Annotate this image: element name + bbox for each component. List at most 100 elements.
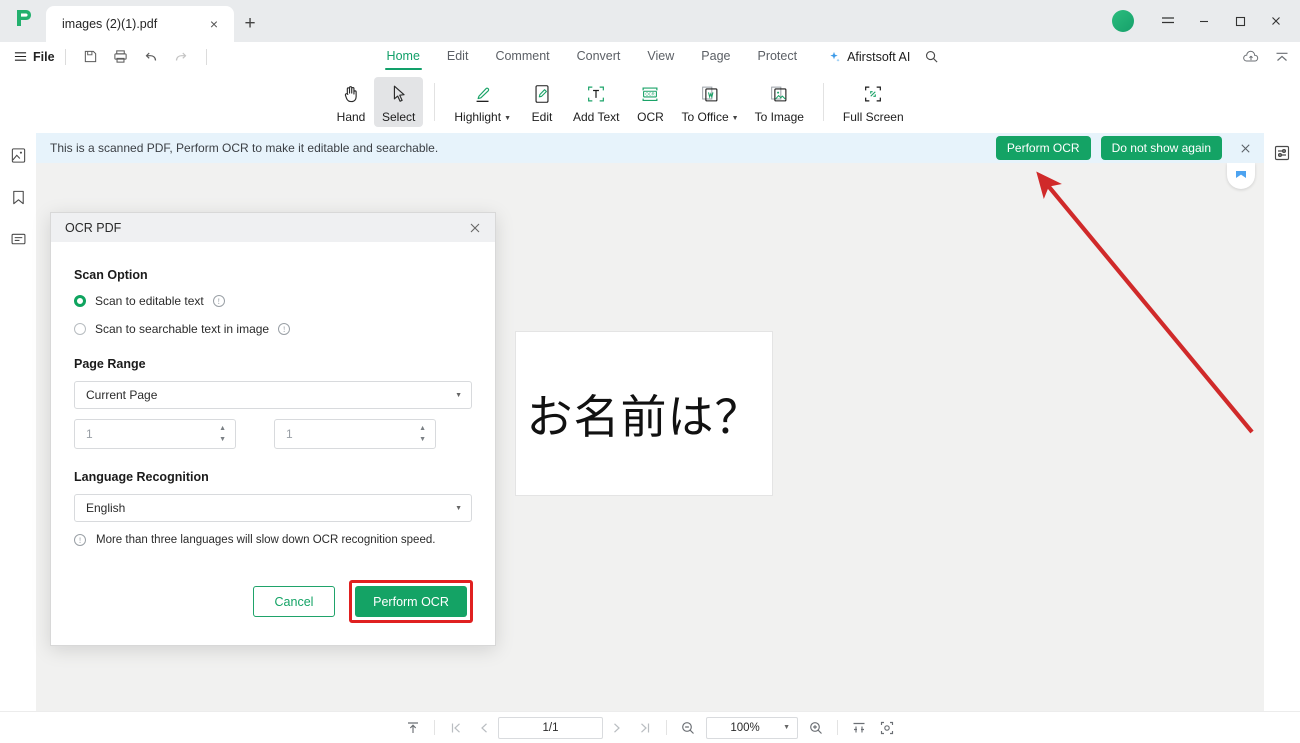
app-window: images (2)(1).pdf × + File Home Edit Com… [0, 0, 1300, 743]
tab-edit[interactable]: Edit [445, 45, 471, 68]
page-range-select[interactable]: Current Page ▼ [74, 381, 472, 409]
pdf-page[interactable]: お名前は？ [515, 331, 773, 496]
close-icon[interactable]: × [204, 14, 224, 34]
avatar[interactable] [1112, 10, 1134, 32]
undo-icon[interactable] [136, 45, 166, 69]
print-icon[interactable] [106, 45, 136, 69]
page-to-stepper[interactable]: 1 ▲ ▼ [274, 419, 436, 449]
radio-scan-searchable-image[interactable]: Scan to searchable text in image ! [74, 322, 472, 336]
tool-full-screen-label: Full Screen [842, 110, 904, 124]
page-from-stepper[interactable]: 1 ▲ ▼ [74, 419, 236, 449]
file-menu-label: File [33, 49, 55, 64]
divider [666, 720, 667, 735]
maximize-icon[interactable] [1222, 0, 1258, 42]
bookmark-icon[interactable] [6, 185, 30, 209]
divider [205, 48, 207, 65]
minimize-icon[interactable] [1186, 0, 1222, 42]
search-icon[interactable] [924, 49, 939, 64]
stepper-arrows[interactable]: ▲ ▼ [419, 425, 435, 443]
tab-protect[interactable]: Protect [755, 45, 799, 68]
first-page-icon[interactable] [442, 715, 470, 741]
page-number-input[interactable]: 1/1 [498, 716, 603, 739]
banner-close-icon[interactable] [1232, 135, 1258, 161]
dialog-close-icon[interactable] [463, 216, 487, 240]
tool-ocr[interactable]: OCR OCR [627, 77, 673, 127]
new-tab-button[interactable]: + [234, 6, 266, 42]
to-word-icon [699, 81, 721, 107]
afirstsoft-ai-button[interactable]: Afirstsoft AI [827, 50, 910, 64]
properties-panel-icon[interactable] [1270, 141, 1294, 165]
radio-selected-icon [74, 295, 86, 307]
tool-add-text[interactable]: Add Text [565, 77, 627, 127]
stepper-arrows[interactable]: ▲ ▼ [219, 425, 235, 443]
banner-do-not-show-again-button[interactable]: Do not show again [1100, 136, 1222, 160]
document-tab[interactable]: images (2)(1).pdf × [46, 6, 234, 42]
tool-to-image[interactable]: To Image [747, 77, 812, 127]
comments-icon[interactable] [6, 227, 30, 251]
ocr-icon: OCR [639, 81, 661, 107]
tool-edit[interactable]: Edit [519, 77, 565, 127]
close-window-icon[interactable] [1258, 0, 1294, 42]
tool-highlight-label: Highlight [454, 110, 502, 124]
ribbon-group-tools: Hand Select Highlight ▼ Edit Add Text OC… [328, 73, 912, 131]
radio-scan-searchable-image-label: Scan to searchable text in image [95, 322, 270, 336]
tab-page[interactable]: Page [699, 45, 732, 68]
bookmark-ribbon-icon[interactable] [1227, 163, 1255, 189]
cancel-button[interactable]: Cancel [253, 586, 335, 617]
menu-row: File Home Edit Comment Convert View Page… [0, 42, 1300, 71]
tool-full-screen[interactable]: Full Screen [835, 77, 912, 127]
ribbon-toolbar: Hand Select Highlight ▼ Edit Add Text OC… [0, 71, 1300, 133]
window-controls [1112, 0, 1300, 42]
page-content-text: お名前は？ [526, 389, 762, 444]
next-page-icon[interactable] [603, 715, 631, 741]
radio-scan-editable-text[interactable]: Scan to editable text ! [74, 294, 472, 308]
ocr-notification-banner: This is a scanned PDF, Perform OCR to ma… [36, 133, 1264, 163]
zoom-select[interactable]: 100% ▼ [706, 716, 798, 739]
stepper-up-icon[interactable]: ▲ [419, 425, 426, 432]
hamburger-icon [14, 52, 27, 61]
fit-width-icon[interactable] [845, 715, 873, 741]
chevron-down-icon: ▼ [731, 115, 739, 122]
title-bar: images (2)(1).pdf × + [0, 0, 1300, 42]
hamburger-menu-icon[interactable] [1150, 0, 1186, 42]
tab-title: images (2)(1).pdf [62, 17, 158, 31]
banner-message: This is a scanned PDF, Perform OCR to ma… [50, 141, 439, 155]
tool-to-image-label: To Image [754, 110, 804, 124]
file-menu-button[interactable]: File [14, 50, 55, 64]
stepper-down-icon[interactable]: ▼ [419, 436, 426, 443]
info-icon[interactable]: ! [212, 295, 225, 307]
tool-hand[interactable]: Hand [328, 77, 374, 127]
tool-select[interactable]: Select [374, 77, 424, 127]
perform-ocr-button[interactable]: Perform OCR [355, 586, 467, 617]
tool-to-office[interactable]: To Office ▼ [673, 77, 746, 127]
fit-page-icon[interactable] [399, 715, 427, 741]
banner-perform-ocr-button[interactable]: Perform OCR [995, 136, 1091, 160]
save-icon[interactable] [76, 45, 106, 69]
divider [822, 83, 824, 121]
language-select[interactable]: English ▼ [74, 494, 472, 522]
collapse-ribbon-icon[interactable] [1274, 49, 1290, 65]
tool-highlight[interactable]: Highlight ▼ [446, 77, 519, 127]
zoom-in-icon[interactable] [802, 715, 830, 741]
thumbnails-icon[interactable] [6, 143, 30, 167]
stepper-down-icon[interactable]: ▼ [219, 436, 226, 443]
ribbon-tabs: Home Edit Comment Convert View Page Prot… [384, 45, 800, 70]
cloud-upload-icon[interactable] [1242, 49, 1260, 65]
tab-convert[interactable]: Convert [575, 45, 623, 68]
dialog-title: OCR PDF [65, 220, 122, 235]
tool-to-office-label: To Office [681, 110, 729, 124]
redo-icon[interactable] [166, 45, 196, 69]
tab-comment[interactable]: Comment [493, 45, 551, 68]
tab-view[interactable]: View [645, 45, 676, 68]
zoom-out-icon[interactable] [674, 715, 702, 741]
info-icon[interactable]: ! [278, 323, 291, 335]
info-icon: ! [74, 534, 86, 546]
stepper-up-icon[interactable]: ▲ [219, 425, 226, 432]
last-page-icon[interactable] [631, 715, 659, 741]
hand-icon [340, 81, 362, 107]
snapshot-icon[interactable] [873, 715, 901, 741]
chevron-down-icon: ▼ [783, 724, 790, 731]
prev-page-icon[interactable] [470, 715, 498, 741]
tab-home[interactable]: Home [384, 45, 423, 70]
language-recognition-heading: Language Recognition [74, 470, 209, 484]
